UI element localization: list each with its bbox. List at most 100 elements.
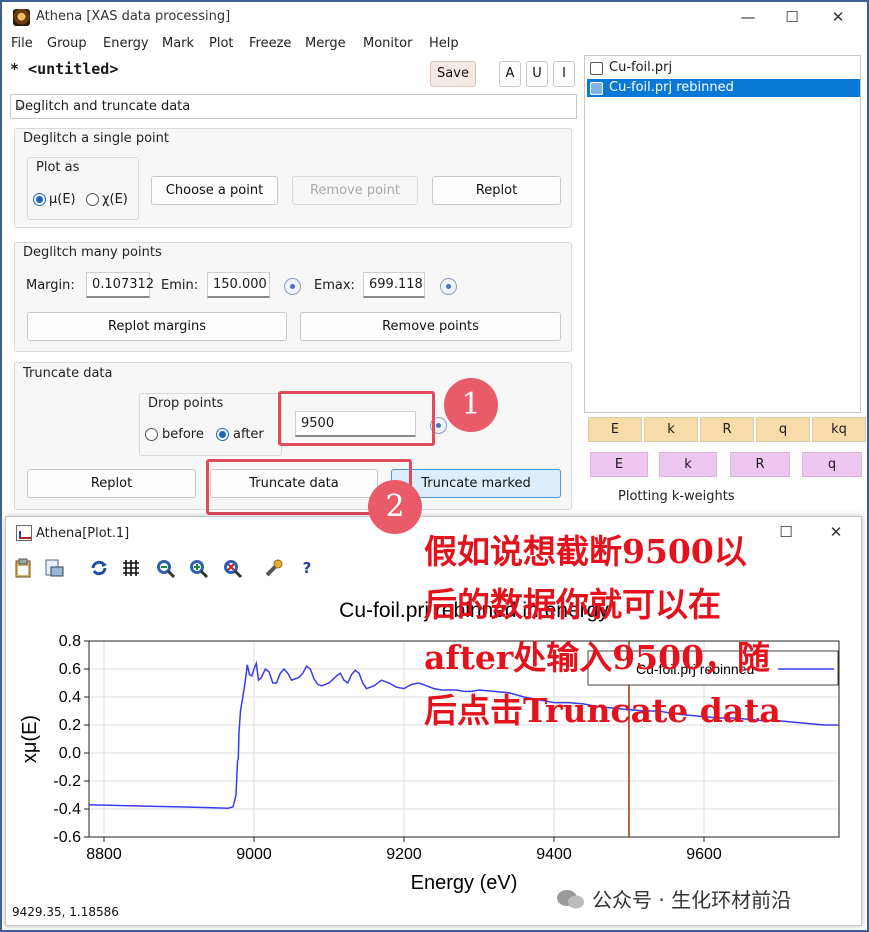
truncate-replot-button[interactable]: Replot <box>27 469 196 498</box>
mu-radio-label: μ(E) <box>49 192 76 207</box>
invert-marks-button[interactable]: I <box>553 61 575 87</box>
minimize-button[interactable]: — <box>726 5 770 29</box>
remove-points-button[interactable]: Remove points <box>300 312 561 341</box>
project-name: * <untitled> <box>10 60 119 78</box>
plotting-kweights-label: Plotting k-weights <box>618 489 735 504</box>
clipboard-icon[interactable] <box>12 557 34 579</box>
y-tick-label: -0.4 <box>53 801 81 818</box>
annotation-box-1 <box>278 391 435 446</box>
menu-help[interactable]: Help <box>429 36 459 51</box>
x-axis-label: Energy (eV) <box>411 872 518 894</box>
group-checkbox[interactable] <box>590 82 603 95</box>
group-list[interactable]: Cu-foil.prj Cu-foil.prj rebinned <box>584 55 861 413</box>
margin-label: Margin: <box>26 278 75 293</box>
plot-marked-r-button[interactable]: R <box>730 452 790 477</box>
wrench-icon[interactable] <box>263 557 285 579</box>
instruction-line-3: after处输入9500，随 <box>424 638 771 677</box>
drop-points-label: Drop points <box>148 396 224 411</box>
annotation-badge-1: 1 <box>444 378 498 432</box>
chi-radio-label: χ(E) <box>102 192 128 207</box>
menu-file[interactable]: File <box>11 36 33 51</box>
x-tick-label: 9600 <box>686 846 722 863</box>
x-tick-label: 9400 <box>536 846 572 863</box>
title-bar: Athena [XAS data processing] — ☐ ✕ <box>2 2 867 32</box>
zoom-reset-icon[interactable] <box>221 557 243 579</box>
menu-energy[interactable]: Energy <box>103 36 149 51</box>
wechat-logo-icon <box>557 890 584 909</box>
group-item-cu-foil[interactable]: Cu-foil.prj <box>587 59 860 77</box>
plot-marked-k-button[interactable]: k <box>659 452 717 477</box>
menu-freeze[interactable]: Freeze <box>249 36 291 51</box>
zoom-in-icon[interactable] <box>187 557 209 579</box>
save-button[interactable]: Save <box>430 61 476 87</box>
watermark-text: 公众号 · 生化环材前沿 <box>592 888 792 912</box>
emin-field[interactable]: 150.000 <box>207 272 270 298</box>
emax-label: Emax: <box>314 278 355 293</box>
menu-merge[interactable]: Merge <box>305 36 346 51</box>
menu-bar: File Group Energy Mark Plot Freeze Merge… <box>2 34 862 54</box>
deglitch-single-label: Deglitch a single point <box>23 131 169 146</box>
emax-field[interactable]: 699.118 <box>363 272 425 298</box>
x-tick-label: 8800 <box>86 846 122 863</box>
instruction-line-4: 后点击Truncate data <box>424 691 781 730</box>
mu-radio[interactable] <box>33 193 46 206</box>
export-icon[interactable] <box>43 557 65 579</box>
plot-close-button[interactable]: ✕ <box>814 520 858 544</box>
group-item-label: Cu-foil.prj <box>609 60 673 75</box>
replot-single-button[interactable]: Replot <box>432 176 561 205</box>
replot-margins-button[interactable]: Replot margins <box>27 312 287 341</box>
menu-monitor[interactable]: Monitor <box>363 36 412 51</box>
mark-all-button[interactable]: A <box>499 61 521 87</box>
refresh-icon[interactable] <box>88 557 110 579</box>
remove-point-button[interactable]: Remove point <box>292 176 418 205</box>
plot-kq-button[interactable]: kq <box>812 417 866 442</box>
tool-select[interactable]: Deglitch and truncate data ⌄ <box>10 94 577 119</box>
instruction-line-1: 假如说想截断9500以 <box>424 532 747 571</box>
plot-r-button[interactable]: R <box>700 417 754 442</box>
menu-group[interactable]: Group <box>47 36 87 51</box>
unmark-all-button[interactable]: U <box>526 61 548 87</box>
y-tick-label: 0.0 <box>59 745 81 762</box>
y-tick-label: 0.6 <box>59 661 81 678</box>
choose-point-button[interactable]: Choose a point <box>151 176 278 205</box>
grid-icon[interactable] <box>120 557 142 579</box>
plot-as-label: Plot as <box>36 160 80 175</box>
plot-marked-q-button[interactable]: q <box>802 452 862 477</box>
plot-window-title: Athena[Plot.1] <box>36 526 130 541</box>
y-tick-label: -0.6 <box>53 829 81 846</box>
y-axis-label: xμ(E) <box>19 715 41 763</box>
margin-field[interactable]: 0.107312 <box>86 272 154 298</box>
menu-plot[interactable]: Plot <box>209 36 234 51</box>
plot-marked-e-button[interactable]: E <box>590 452 648 477</box>
close-button[interactable]: ✕ <box>816 5 860 29</box>
y-tick-label: 0.4 <box>59 689 81 706</box>
zoom-back-icon[interactable] <box>154 557 176 579</box>
group-item-label: Cu-foil.prj rebinned <box>609 80 734 95</box>
annotation-badge-2: 2 <box>368 480 422 534</box>
before-radio-label: before <box>162 427 204 442</box>
plot-maximize-button[interactable]: ☐ <box>764 520 808 544</box>
group-item-cu-foil-rebinned[interactable]: Cu-foil.prj rebinned <box>587 79 860 97</box>
plot-k-button[interactable]: k <box>644 417 698 442</box>
xmu-chart[interactable]: 8800 9000 9200 9400 9600 -0.6 -0.4 -0.2 0.0 0.2 0.… <box>6 583 861 903</box>
y-tick-label: 0.2 <box>59 717 81 734</box>
menu-mark[interactable]: Mark <box>162 36 194 51</box>
chi-radio[interactable] <box>86 193 99 206</box>
after-radio[interactable] <box>216 428 229 441</box>
athena-app-icon <box>13 9 30 26</box>
plot-window-icon <box>16 525 32 541</box>
emin-pick-icon[interactable] <box>284 278 301 295</box>
y-tick-label: 0.8 <box>59 633 81 650</box>
before-radio[interactable] <box>145 428 158 441</box>
group-checkbox[interactable] <box>590 62 603 75</box>
maximize-button[interactable]: ☐ <box>770 5 814 29</box>
plot-e-button[interactable]: E <box>588 417 642 442</box>
emin-label: Emin: <box>161 278 199 293</box>
window-title: Athena [XAS data processing] <box>36 9 231 24</box>
chevron-down-icon: ⌄ <box>15 98 26 112</box>
x-tick-label: 9000 <box>236 846 272 863</box>
emax-pick-icon[interactable] <box>440 278 457 295</box>
truncate-label: Truncate data <box>23 366 113 381</box>
plot-q-button[interactable]: q <box>756 417 810 442</box>
help-icon[interactable]: ? <box>296 557 318 579</box>
